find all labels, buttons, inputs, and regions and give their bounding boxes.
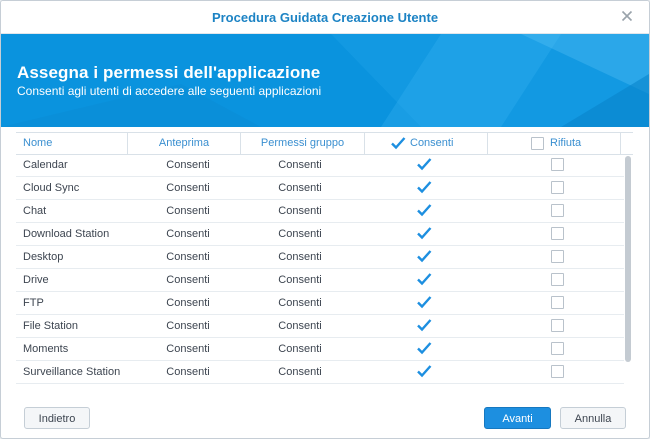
- group-permission-value: Consenti: [278, 343, 322, 355]
- checkmark-icon: [417, 227, 432, 240]
- permissions-table: Nome Anteprima Permessi gruppo Consenti …: [16, 132, 633, 384]
- cancel-button[interactable]: Annulla: [560, 407, 626, 429]
- deny-checkbox[interactable]: [551, 319, 564, 332]
- checkmark-icon: [417, 342, 432, 355]
- preview-value: Consenti: [166, 228, 210, 240]
- app-name: File Station: [23, 320, 79, 332]
- preview-value: Consenti: [166, 182, 210, 194]
- table-row[interactable]: Download Station Consenti Consenti: [16, 223, 624, 246]
- table-row[interactable]: FTP Consenti Consenti: [16, 292, 624, 315]
- group-permission-value: Consenti: [278, 182, 322, 194]
- group-permission-value: Consenti: [278, 159, 322, 171]
- table-row[interactable]: File Station Consenti Consenti: [16, 315, 624, 338]
- preview-value: Consenti: [166, 274, 210, 286]
- column-header-allow-label: Consenti: [410, 137, 454, 149]
- checkmark-icon: [417, 158, 432, 171]
- allow-checkbox[interactable]: [417, 181, 432, 194]
- app-name: Cloud Sync: [23, 182, 80, 194]
- preview-value: Consenti: [166, 320, 210, 332]
- app-name: Moments: [23, 343, 69, 355]
- table-row[interactable]: Drive Consenti Consenti: [16, 269, 624, 292]
- column-header-name[interactable]: Nome: [16, 133, 128, 154]
- app-name: Desktop: [23, 251, 64, 263]
- table-row[interactable]: Cloud Sync Consenti Consenti: [16, 177, 624, 200]
- app-name: Calendar: [23, 159, 68, 171]
- checkmark-icon: [417, 181, 432, 194]
- table-row[interactable]: Moments Consenti Consenti: [16, 338, 624, 361]
- step-subtitle: Consenti agli utenti di accedere alle se…: [17, 84, 322, 98]
- table-row[interactable]: Surveillance Station Consenti Consenti: [16, 361, 624, 384]
- user-creation-wizard-dialog: Procedura Guidata Creazione Utente Asseg…: [0, 0, 650, 439]
- allow-checkbox[interactable]: [417, 319, 432, 332]
- group-permission-value: Consenti: [278, 274, 322, 286]
- group-permission-value: Consenti: [278, 205, 322, 217]
- allow-checkbox[interactable]: [417, 250, 432, 263]
- deny-checkbox[interactable]: [551, 204, 564, 217]
- preview-value: Consenti: [166, 366, 210, 378]
- allow-checkbox[interactable]: [417, 296, 432, 309]
- group-permission-value: Consenti: [278, 320, 322, 332]
- app-name: Surveillance Station: [23, 366, 121, 378]
- column-header-group[interactable]: Permessi gruppo: [241, 133, 365, 154]
- deny-checkbox[interactable]: [551, 273, 564, 286]
- deny-checkbox[interactable]: [551, 250, 564, 263]
- preview-value: Consenti: [166, 251, 210, 263]
- allow-checkbox[interactable]: [417, 158, 432, 171]
- table-header: Nome Anteprima Permessi gruppo Consenti …: [16, 132, 633, 155]
- table-row[interactable]: Desktop Consenti Consenti: [16, 246, 624, 269]
- group-permission-value: Consenti: [278, 366, 322, 378]
- next-button[interactable]: Avanti: [484, 407, 551, 429]
- checkmark-icon: [417, 296, 432, 309]
- checkmark-icon: [417, 365, 432, 378]
- table-row[interactable]: Calendar Consenti Consenti: [16, 154, 624, 177]
- checkmark-icon: [417, 273, 432, 286]
- allow-all-checkbox[interactable]: [391, 137, 406, 150]
- dialog-footer: Indietro Avanti Annulla: [1, 399, 649, 438]
- column-header-preview[interactable]: Anteprima: [128, 133, 241, 154]
- deny-checkbox[interactable]: [551, 296, 564, 309]
- column-header-allow[interactable]: Consenti: [365, 133, 488, 154]
- deny-checkbox[interactable]: [551, 342, 564, 355]
- title-bar: Procedura Guidata Creazione Utente: [1, 1, 649, 34]
- checkmark-icon: [417, 204, 432, 217]
- table-row[interactable]: Chat Consenti Consenti: [16, 200, 624, 223]
- preview-value: Consenti: [166, 297, 210, 309]
- deny-all-checkbox[interactable]: [531, 137, 544, 150]
- checkmark-icon: [417, 250, 432, 263]
- app-name: Chat: [23, 205, 47, 217]
- vertical-scrollbar[interactable]: [625, 156, 631, 362]
- app-name: Download Station: [23, 228, 110, 240]
- app-name: Drive: [23, 274, 49, 286]
- group-permission-value: Consenti: [278, 251, 322, 263]
- allow-checkbox[interactable]: [417, 342, 432, 355]
- column-header-deny[interactable]: Rifiuta: [488, 133, 621, 154]
- back-button[interactable]: Indietro: [24, 407, 90, 429]
- header-banner: Assegna i permessi dell'applicazione Con…: [1, 34, 649, 127]
- deny-checkbox[interactable]: [551, 365, 564, 378]
- table-body: Calendar Consenti Consenti Cloud Sync Consen…: [16, 154, 624, 384]
- allow-checkbox[interactable]: [417, 273, 432, 286]
- deny-checkbox[interactable]: [551, 181, 564, 194]
- group-permission-value: Consenti: [278, 297, 322, 309]
- group-permission-value: Consenti: [278, 228, 322, 240]
- column-header-deny-label: Rifiuta: [550, 137, 582, 149]
- allow-checkbox[interactable]: [417, 204, 432, 217]
- deny-checkbox[interactable]: [551, 227, 564, 240]
- step-title: Assegna i permessi dell'applicazione: [17, 63, 321, 82]
- window-title: Procedura Guidata Creazione Utente: [211, 10, 439, 25]
- close-icon[interactable]: [619, 8, 635, 24]
- deny-checkbox[interactable]: [551, 158, 564, 171]
- app-name: FTP: [23, 297, 44, 309]
- preview-value: Consenti: [166, 205, 210, 217]
- preview-value: Consenti: [166, 343, 210, 355]
- allow-checkbox[interactable]: [417, 227, 432, 240]
- preview-value: Consenti: [166, 159, 210, 171]
- checkmark-icon: [391, 137, 406, 150]
- allow-checkbox[interactable]: [417, 365, 432, 378]
- checkmark-icon: [417, 319, 432, 332]
